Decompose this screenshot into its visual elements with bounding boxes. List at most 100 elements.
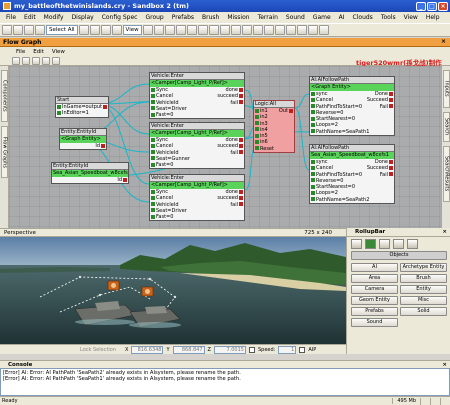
tab-components[interactable]: Components [1, 70, 8, 122]
object-type-archetype-entity-button[interactable]: Archetype Entity [400, 263, 447, 272]
terrain-icon[interactable] [186, 25, 197, 35]
input-pin-icon[interactable] [151, 156, 155, 161]
menu-display[interactable]: Display [68, 14, 98, 21]
input-pin-icon[interactable] [57, 104, 61, 109]
menu-edit[interactable]: Edit [20, 14, 40, 21]
menu-prefabs[interactable]: Prefabs [168, 14, 198, 21]
minimize-button[interactable]: _ [416, 1, 426, 11]
unlink-icon[interactable] [35, 25, 45, 35]
fg-menu-view[interactable]: View [48, 49, 69, 55]
maximize-button[interactable]: □ [427, 1, 437, 11]
y-coordinate-field[interactable]: 868.847 [172, 345, 205, 354]
scale-icon[interactable] [111, 25, 122, 35]
object-type-brush-button[interactable]: Brush [400, 274, 447, 283]
input-pin-icon[interactable] [151, 106, 155, 111]
input-pin-icon[interactable] [311, 172, 315, 177]
sound-icon[interactable] [274, 25, 285, 35]
node-entity-target[interactable]: <Camper[Camp_Light_P/Ref]> [150, 80, 244, 87]
input-pin-icon[interactable] [255, 114, 259, 119]
input-pin-icon[interactable] [151, 208, 155, 213]
terrain-tab-icon[interactable] [365, 238, 376, 249]
input-pin-icon[interactable] [255, 121, 259, 126]
input-pin-icon[interactable] [151, 202, 155, 207]
input-port[interactable]: Reset [255, 146, 293, 152]
menu-terrain[interactable]: Terrain [254, 14, 282, 21]
rotate-icon[interactable] [100, 25, 111, 35]
snap-checkbox[interactable] [248, 346, 255, 353]
objects-header-button[interactable]: Objects [351, 251, 447, 260]
flow-node-vehicle2[interactable]: Vehicle:Enter <Camper[Camp_Light_P/Ref]> S… [149, 122, 245, 170]
output-port[interactable]: Id [117, 177, 127, 183]
open-graph-icon[interactable] [22, 56, 30, 65]
lock-selection-button[interactable]: Lock Selection [80, 347, 116, 353]
input-pin-icon[interactable] [151, 143, 155, 148]
input-pin-icon[interactable] [311, 122, 315, 127]
output-pin-icon[interactable] [389, 159, 393, 164]
node-entity-target[interactable]: <Graph Entity> [60, 136, 106, 143]
console-close-icon[interactable]: × [442, 362, 447, 368]
input-pin-icon[interactable] [311, 129, 315, 134]
output-pin-icon[interactable] [389, 91, 393, 96]
flow-node-entity2[interactable]: Entity:EntityId Sea_Asian_Speedboat_w8cxf… [51, 162, 129, 185]
z-coordinate-field[interactable]: 7.0015 [213, 345, 246, 354]
console-output[interactable]: [Error] AI: Error: AI PathPath 'SeaPath2… [0, 368, 450, 396]
link-icon[interactable] [24, 25, 34, 35]
input-pin-icon[interactable] [255, 108, 259, 113]
modify-tab-icon[interactable] [379, 238, 390, 249]
input-port[interactable]: Fast=0 [151, 112, 243, 118]
grid-icon[interactable] [197, 25, 208, 35]
perspective-viewport[interactable] [0, 237, 346, 344]
flowgraph-close-icon[interactable]: × [440, 38, 447, 46]
input-pin-icon[interactable] [151, 150, 155, 155]
output-pin-icon[interactable] [239, 202, 243, 207]
layer-icon[interactable] [307, 25, 318, 35]
input-pin-icon[interactable] [151, 100, 155, 105]
input-port[interactable]: PathName=SeaPath2 [311, 197, 393, 203]
object-type-solid-button[interactable]: Solid [400, 307, 447, 316]
menu-brush[interactable]: Brush [198, 14, 223, 21]
input-pin-icon[interactable] [311, 116, 315, 121]
tab-search-results[interactable]: SearchResults [443, 146, 450, 202]
script-icon[interactable] [285, 25, 296, 35]
x-coordinate-field[interactable]: 816.6348 [131, 345, 164, 354]
input-pin-icon[interactable] [151, 93, 155, 98]
output-pin-icon[interactable] [239, 143, 243, 148]
camera-icon[interactable] [208, 25, 219, 35]
ai-icon[interactable] [230, 25, 241, 35]
select-icon[interactable] [78, 25, 89, 35]
help-icon[interactable] [318, 25, 329, 35]
tab-inputs[interactable]: Inputs [443, 70, 450, 108]
object-type-area-button[interactable]: Area [351, 274, 398, 283]
output-pin-icon[interactable] [389, 172, 393, 177]
input-pin-icon[interactable] [311, 97, 315, 102]
flowgraph-canvas[interactable]: StartInGame=1outputInEditor=1 Entity:Enti… [9, 66, 441, 228]
rollup-close-icon[interactable]: × [442, 229, 447, 235]
game-icon[interactable] [241, 25, 252, 35]
redo-icon[interactable] [13, 25, 23, 35]
menu-modify[interactable]: Modify [40, 14, 68, 21]
input-pin-icon[interactable] [311, 110, 315, 115]
flow-node-ai1[interactable]: AI:AIFollowPath <Graph Entity> sync Done Can… [309, 76, 395, 137]
output-pin-icon[interactable] [389, 165, 393, 170]
new-graph-icon[interactable] [12, 56, 20, 65]
back-icon[interactable] [42, 56, 50, 65]
layers-tab-icon[interactable] [407, 238, 418, 249]
input-pin-icon[interactable] [311, 91, 315, 96]
object-type-prefabs-button[interactable]: Prefabs [351, 307, 398, 316]
objects-tab-icon[interactable] [351, 238, 362, 249]
menu-game[interactable]: Game [309, 14, 335, 21]
input-pin-icon[interactable] [311, 178, 315, 183]
flow-node-vehicle1[interactable]: Vehicle:Enter <Camper[Camp_Light_P/Ref]> S… [149, 72, 245, 120]
input-pin-icon[interactable] [151, 112, 155, 117]
console-icon[interactable] [296, 25, 307, 35]
input-port[interactable] [61, 143, 95, 149]
node-entity-target[interactable]: Sea_Asian_Speedboat_w8cxfs1 [52, 170, 128, 177]
node-entity-target[interactable]: Sea_Asian_Speedboat_w8cxfs1 [310, 152, 394, 159]
output-pin-icon[interactable] [239, 195, 243, 200]
fg-menu-file[interactable]: File [12, 49, 29, 55]
menu-tools[interactable]: Tools [377, 14, 400, 21]
object-type-sound-button[interactable]: Sound [351, 318, 398, 327]
object-type-entity-button[interactable]: Entity [400, 285, 447, 294]
coordinate-system-select[interactable]: View [122, 25, 142, 35]
flow-node-ai2[interactable]: AI:AIFollowPath Sea_Asian_Speedboat_w8cxf… [309, 144, 395, 205]
